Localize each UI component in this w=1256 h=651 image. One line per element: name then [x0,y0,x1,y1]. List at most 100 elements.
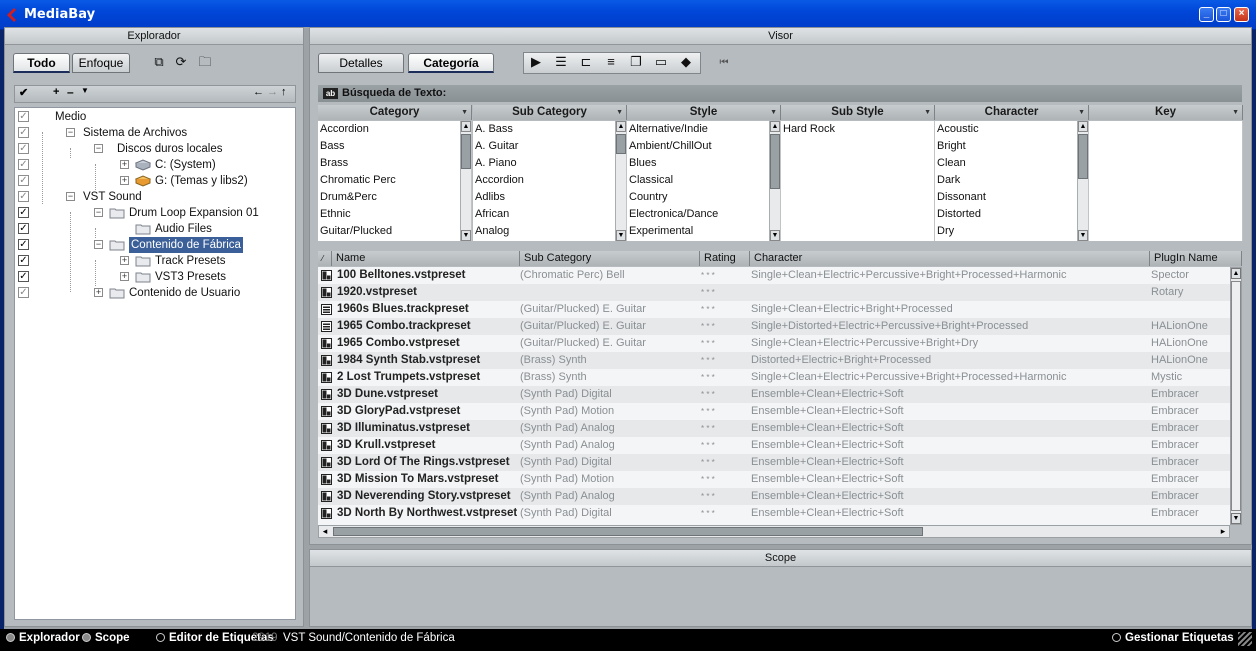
filter-scrollbar[interactable]: ▲ ▼ [769,121,780,241]
result-row[interactable]: 3D GloryPad.vstpreset (Synth Pad) Motion *… [318,403,1230,420]
tree-checkbox[interactable]: ✓ [18,255,29,266]
list-icon[interactable]: ≡ [601,54,621,72]
tab-detalles[interactable]: Detalles [318,53,404,73]
text-search-bar[interactable]: ab Búsqueda de Texto: [318,85,1242,102]
expand-toggle-icon[interactable]: − [94,208,103,217]
column-header[interactable]: PlugIn Name [1150,251,1242,266]
filter-item[interactable]: Chromatic Perc [318,172,471,189]
expand-toggle-icon[interactable]: − [66,192,75,201]
scroll-up-arrow-icon[interactable]: ▲ [1078,121,1088,132]
filter-item[interactable]: Brass [318,155,471,172]
remove-icon[interactable]: – [67,85,74,99]
result-row[interactable]: 3D Dune.vstpreset (Synth Pad) Digital * * … [318,386,1230,403]
tree-item[interactable]: ✓ + VST3 Presets [15,269,295,285]
scroll-right-arrow-icon[interactable]: ▸ [1217,526,1229,537]
filter-scrollbar[interactable]: ▲ ▼ [615,121,626,241]
cube-icon[interactable]: ◆ [676,54,696,72]
filter-scrollbar[interactable]: ▲ ▼ [1077,121,1088,241]
hscroll-thumb[interactable] [333,527,923,536]
filter-header[interactable]: Sub Style ▼ [781,105,935,120]
expand-toggle-icon[interactable]: − [94,240,103,249]
scroll-thumb[interactable] [461,134,471,169]
new-folder-icon[interactable]: 🗀 [195,54,215,72]
expand-toggle-icon[interactable]: + [120,256,129,265]
filter-item[interactable]: Dry [935,223,1088,240]
column-header[interactable]: Sub Category [520,251,700,266]
filter-item[interactable]: Bass [318,138,471,155]
frame-icon[interactable]: ▭ [651,54,671,72]
tab-categoria[interactable]: Categoría [408,53,494,73]
tab-enfoque[interactable]: Enfoque [72,53,130,73]
filter-item[interactable]: Clean [935,155,1088,172]
chevron-down-icon[interactable]: ▼ [461,105,468,120]
tree-checkbox[interactable]: ✓ [18,143,29,154]
scroll-up-arrow-icon[interactable]: ▲ [461,121,471,132]
result-row[interactable]: 3D Neverending Story.vstpreset (Synth Pad… [318,488,1230,505]
scroll-thumb[interactable] [1078,134,1088,179]
scroll-down-arrow-icon[interactable]: ▼ [1078,230,1088,241]
manage-tags-toggle[interactable]: Gestionar Etiquetas [1112,630,1234,646]
scroll-thumb[interactable] [770,134,780,189]
tree-item[interactable]: ✓ − Contenido de Fábrica [15,237,295,253]
scroll-down-arrow-icon[interactable]: ▼ [461,230,471,241]
scope-toggle[interactable]: Scope [82,630,130,646]
tree-checkbox[interactable]: ✓ [18,127,29,138]
filter-item[interactable]: Acoustic [935,121,1088,138]
filter-item[interactable]: Classical [627,172,780,189]
filter-item[interactable]: A. Guitar [473,138,626,155]
filter-header[interactable]: Character ▼ [935,105,1089,120]
filter-item[interactable]: Ambient/ChillOut [627,138,780,155]
filter-item[interactable]: Dark [935,172,1088,189]
result-row[interactable]: 1984 Synth Stab.vstpreset (Brass) Synth * … [318,352,1230,369]
result-row[interactable]: 3D North By Northwest.vstpreset (Synth Pa… [318,505,1230,522]
filter-item[interactable]: Adlibs [473,189,626,206]
rewind-icon[interactable]: ⏮ [714,55,734,73]
sort-icon[interactable]: ⁄ [318,251,332,266]
tree-checkbox[interactable]: ✓ [18,175,29,186]
scroll-down-arrow-icon[interactable]: ▼ [1231,513,1241,524]
tree-item[interactable]: ✓ + Contenido de Usuario [15,285,295,301]
filter-scrollbar[interactable]: ▲ ▼ [460,121,471,241]
tree-checkbox[interactable]: ✓ [18,207,29,218]
expand-toggle-icon[interactable]: + [120,272,129,281]
scroll-thumb[interactable] [616,134,626,154]
tree-item[interactable]: ✓ Medio [15,109,295,125]
column-header[interactable]: Rating [700,251,750,266]
filter-item[interactable]: Guitar/Plucked [318,223,471,240]
maximize-button[interactable]: □ [1216,7,1231,22]
tree-item[interactable]: ✓ − Drum Loop Expansion 01 [15,205,295,221]
scroll-left-arrow-icon[interactable]: ◂ [319,526,331,537]
tree-item[interactable]: ✓ + G: (Temas y libs2) [15,173,295,189]
filter-item[interactable]: African [473,206,626,223]
result-row[interactable]: 1965 Combo.vstpreset (Guitar/Plucked) E. … [318,335,1230,352]
tree-checkbox[interactable]: ✓ [18,223,29,234]
result-row[interactable]: 1960s Blues.trackpreset (Guitar/Plucked) … [318,301,1230,318]
chevron-down-icon[interactable]: ▼ [1232,105,1239,120]
scroll-thumb[interactable] [1231,281,1241,511]
forward-arrow-icon[interactable]: → [267,86,278,98]
windows-icon[interactable]: ❐ [626,54,646,72]
close-button[interactable]: × [1234,7,1249,22]
tree-item[interactable]: ✓ Audio Files [15,221,295,237]
brackets-icon[interactable]: ⊏ [576,54,596,72]
filter-item[interactable]: Accordion [318,121,471,138]
tree-checkbox[interactable]: ✓ [18,287,29,298]
filter-item[interactable]: Hard Rock [781,121,934,138]
filter-item[interactable]: Ethnic [318,206,471,223]
scroll-up-arrow-icon[interactable]: ▲ [770,121,780,132]
result-row[interactable]: 3D Krull.vstpreset (Synth Pad) Analog * * … [318,437,1230,454]
results-vscrollbar[interactable]: ▲ ▼ [1230,267,1242,525]
result-row[interactable]: 100 Belltones.vstpreset (Chromatic Perc) … [318,267,1230,284]
tab-todo[interactable]: Todo [13,53,70,73]
refresh-icon[interactable]: ⟳ [171,54,191,72]
tree-item[interactable]: ✓ − Discos duros locales [15,141,295,157]
result-row[interactable]: 1920.vstpreset * * * Rotary [318,284,1230,301]
filter-item[interactable]: Analog [473,223,626,240]
chevron-down-icon[interactable]: ▼ [616,105,623,120]
result-row[interactable]: 3D Illuminatus.vstpreset (Synth Pad) Anal… [318,420,1230,437]
tree-checkbox[interactable]: ✓ [18,239,29,250]
filter-header[interactable]: Style ▼ [627,105,781,120]
column-header[interactable]: Name [332,251,520,266]
scroll-up-arrow-icon[interactable]: ▲ [616,121,626,132]
filter-header[interactable]: Sub Category ▼ [473,105,627,120]
